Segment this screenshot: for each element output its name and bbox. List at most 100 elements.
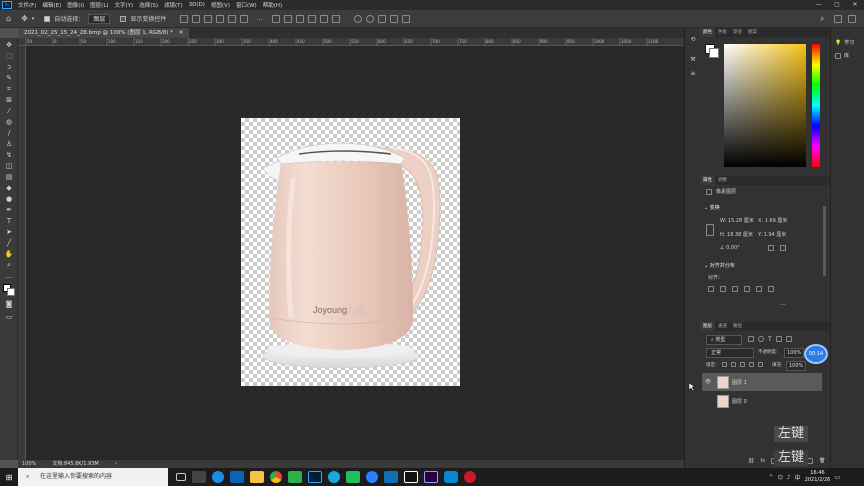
- menu-help[interactable]: 帮助(H): [260, 1, 285, 9]
- distribute-middle-icon[interactable]: [320, 14, 329, 23]
- eyedropper-tool-icon[interactable]: ⁄: [4, 107, 14, 116]
- align-bottom-edges-icon[interactable]: [768, 286, 774, 292]
- file-explorer-icon[interactable]: [250, 471, 264, 483]
- filter-adjust-icon[interactable]: [758, 336, 764, 342]
- fill-field[interactable]: 100%: [786, 361, 807, 371]
- menu-window[interactable]: 窗口(W): [233, 1, 260, 9]
- ime-indicator-icon[interactable]: 中: [795, 473, 801, 482]
- photoshop-app-icon[interactable]: Ps: [2, 1, 12, 9]
- angle-field[interactable]: ∠ 0.00°: [720, 245, 740, 251]
- color-picker-field[interactable]: [724, 44, 806, 167]
- move-tool-icon[interactable]: ✥: [4, 41, 14, 50]
- lock-position-icon[interactable]: [740, 362, 745, 367]
- volume-icon[interactable]: ♪: [787, 474, 791, 481]
- quick-select-tool-icon[interactable]: ✎: [4, 74, 14, 83]
- taskbar-search-box[interactable]: ⌕ 在这里输入你要搜索的内容: [18, 468, 168, 486]
- app-green-icon[interactable]: [346, 471, 360, 483]
- maximize-icon[interactable]: ▢: [828, 0, 846, 10]
- tab-gradients[interactable]: 渐变: [730, 28, 745, 37]
- menu-type[interactable]: 文字(Y): [112, 1, 137, 9]
- hue-slider[interactable]: [812, 44, 820, 167]
- tab-channels[interactable]: 通道: [715, 322, 730, 331]
- 3d-rotate-icon[interactable]: [366, 14, 375, 23]
- auto-select-dropdown[interactable]: 图层: [88, 13, 111, 24]
- link-layers-icon[interactable]: ⛓: [748, 458, 754, 464]
- tab-color[interactable]: 颜色: [700, 28, 715, 37]
- path-select-tool-icon[interactable]: ➤: [4, 228, 14, 237]
- menu-view[interactable]: 视图(V): [208, 1, 233, 9]
- 3d-pan-icon[interactable]: [378, 14, 387, 23]
- adjust-icon[interactable]: ≡: [688, 70, 698, 80]
- menu-filter[interactable]: 滤镜(T): [161, 1, 186, 9]
- dodge-tool-icon[interactable]: ●: [4, 195, 14, 204]
- network-icon[interactable]: ⌬: [778, 474, 783, 481]
- healing-brush-tool-icon[interactable]: ◍: [4, 118, 14, 127]
- delete-layer-icon[interactable]: 🗑: [819, 458, 825, 464]
- 3d-slide-icon[interactable]: [390, 14, 399, 23]
- 3d-scale-icon[interactable]: [402, 14, 411, 23]
- capcut-icon[interactable]: [404, 471, 418, 483]
- align-top-edges-icon[interactable]: [744, 286, 750, 292]
- workspace-icon[interactable]: [834, 15, 842, 23]
- minimize-icon[interactable]: —: [810, 0, 828, 10]
- filter-smart-icon[interactable]: [785, 336, 792, 342]
- menu-file[interactable]: 文件(F): [15, 1, 39, 9]
- align-right-icon[interactable]: [204, 14, 213, 23]
- photoshop-taskbar-icon[interactable]: [308, 471, 322, 483]
- hand-tool-icon[interactable]: ✋: [4, 250, 14, 259]
- height-field[interactable]: H: 18.38 厘米: [720, 231, 753, 238]
- windows-start-icon[interactable]: ⊞: [0, 473, 18, 482]
- align-right-edges-icon[interactable]: [732, 286, 738, 292]
- distribute-bottom-icon[interactable]: [332, 14, 341, 23]
- chrome-icon[interactable]: [270, 471, 282, 483]
- distribute-left-icon[interactable]: [272, 14, 281, 23]
- flip-horizontal-icon[interactable]: [768, 245, 774, 251]
- opacity-field[interactable]: 100%: [784, 348, 805, 358]
- crop-tool-icon[interactable]: ⌗: [4, 85, 14, 94]
- zoom-level[interactable]: 100%: [22, 460, 36, 468]
- recorder-icon[interactable]: [464, 471, 476, 483]
- align-top-icon[interactable]: [216, 14, 225, 23]
- tab-close-icon[interactable]: ✕: [179, 30, 184, 36]
- tab-patterns[interactable]: 图案: [745, 28, 760, 37]
- pen-tool-icon[interactable]: ✒: [4, 206, 14, 215]
- share-icon[interactable]: [848, 15, 856, 23]
- tab-paths[interactable]: 路径: [730, 322, 745, 331]
- width-field[interactable]: W: 15.28 厘米: [720, 217, 754, 224]
- search-icon[interactable]: ⌕: [820, 14, 824, 24]
- menu-3d[interactable]: 3D(D): [186, 2, 208, 8]
- layer-row-0[interactable]: 图层 0: [702, 392, 822, 410]
- app-search-icon[interactable]: [366, 471, 378, 483]
- align-left-edges-icon[interactable]: [708, 286, 714, 292]
- more-tools-icon[interactable]: …: [4, 272, 14, 281]
- screen-mode-icon[interactable]: ▭: [4, 313, 14, 322]
- layer-row-1[interactable]: 👁 图层 1: [702, 373, 822, 391]
- tab-swatches[interactable]: 色板: [715, 28, 730, 37]
- status-menu-icon[interactable]: ›: [115, 460, 117, 468]
- flip-vertical-icon[interactable]: [780, 245, 786, 251]
- filter-pixel-icon[interactable]: [748, 336, 754, 342]
- x-field[interactable]: X: 1.69 厘米: [758, 217, 787, 224]
- layer-style-icon[interactable]: fx: [760, 458, 765, 464]
- background-color-swatch[interactable]: [7, 288, 15, 296]
- align-center-icon[interactable]: [192, 14, 201, 23]
- distribute-top-icon[interactable]: [308, 14, 317, 23]
- chevron-down-icon[interactable]: ▾: [32, 16, 35, 22]
- tray-chevron-icon[interactable]: ⌃: [769, 474, 774, 481]
- more-options-icon[interactable]: …: [256, 15, 262, 22]
- app-blue-icon[interactable]: [328, 471, 340, 483]
- blur-tool-icon[interactable]: ◆: [4, 184, 14, 193]
- link-dimensions-icon[interactable]: [706, 224, 714, 236]
- layer-filter-dropdown[interactable]: ⌕ 类型: [706, 335, 742, 345]
- align-left-icon[interactable]: [180, 14, 189, 23]
- gradient-tool-icon[interactable]: ▤: [4, 173, 14, 182]
- clone-stamp-tool-icon[interactable]: ♙: [4, 140, 14, 149]
- home-icon[interactable]: ⌂: [6, 14, 11, 23]
- bg-swatch-small[interactable]: [709, 48, 719, 58]
- auto-select-checkbox[interactable]: [44, 15, 51, 22]
- more-align-icon[interactable]: …: [780, 300, 786, 307]
- lasso-tool-icon[interactable]: ↄ: [4, 63, 14, 72]
- marquee-tool-icon[interactable]: ⬚: [4, 52, 14, 61]
- libraries-panel-button[interactable]: 库: [831, 49, 864, 62]
- eraser-tool-icon[interactable]: ◫: [4, 162, 14, 171]
